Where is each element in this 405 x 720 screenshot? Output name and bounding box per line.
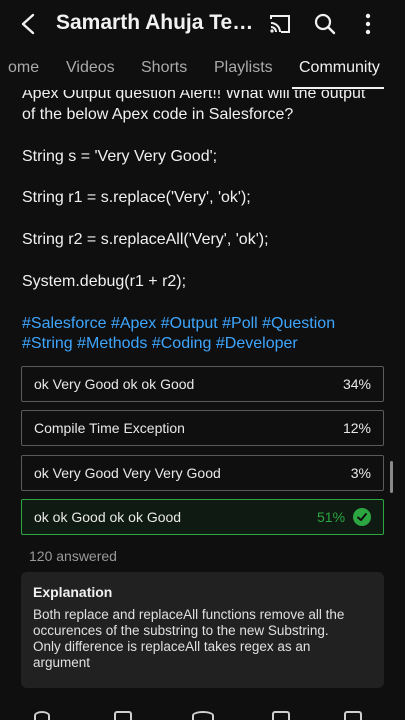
poll-option-correct[interactable]: ok ok Good ok ok Good 51% — [21, 499, 384, 535]
explanation-body: Both replace and replaceAll functions re… — [33, 607, 372, 671]
library-nav-icon[interactable] — [344, 711, 362, 720]
post-code-line: String r1 = s.replace('Very', 'ok'); — [22, 189, 251, 206]
poll-option-percent: 34% — [342, 376, 371, 392]
subscriptions-nav-icon[interactable] — [272, 711, 290, 720]
search-icon — [314, 13, 336, 35]
more-button[interactable] — [354, 10, 382, 38]
hashtag-line[interactable]: #String #Methods #Coding #Developer — [22, 335, 298, 353]
poll-option-text: ok Very Good Very Very Good — [34, 465, 221, 481]
poll-option-percent: 51% — [317, 509, 346, 525]
scrollbar-thumb[interactable] — [390, 461, 393, 493]
explanation-title: Explanation — [33, 584, 113, 600]
arrow-back-icon — [21, 13, 35, 35]
cast-icon — [270, 15, 290, 33]
community-post: Apex Output question Alert!! What will t… — [0, 78, 405, 720]
explanation-card: Explanation Both replace and replaceAll … — [21, 572, 384, 688]
cast-button[interactable] — [266, 10, 294, 38]
poll-option-text: ok ok Good ok ok Good — [34, 509, 182, 525]
more-vert-icon — [365, 13, 371, 35]
poll-option-text: ok Very Good ok ok Good — [34, 376, 195, 392]
search-button[interactable] — [311, 10, 339, 38]
poll-option-percent: 12% — [342, 420, 371, 436]
post-code-line: String r2 = s.replaceAll('Very', 'ok'); — [22, 231, 269, 248]
tab-community[interactable]: Community — [299, 59, 380, 77]
explanation-line: Both replace and replaceAll functions re… — [33, 607, 345, 622]
top-app-bar: Samarth Ahuja Tech... — [0, 0, 405, 48]
poll-option[interactable]: ok Very Good Very Very Good 3% — [21, 455, 384, 491]
bottom-navigation — [0, 708, 405, 720]
tab-videos[interactable]: Videos — [66, 59, 115, 77]
tab-playlists[interactable]: Playlists — [214, 59, 273, 77]
shorts-nav-icon[interactable] — [114, 711, 132, 720]
check-circle-icon — [353, 508, 371, 526]
create-nav-icon[interactable] — [192, 711, 214, 720]
post-code-line: String s = 'Very Very Good'; — [22, 148, 218, 165]
active-tab-indicator — [292, 87, 384, 89]
hashtag-line[interactable]: #Salesforce #Apex #Output #Poll #Questio… — [22, 315, 335, 333]
channel-title: Samarth Ahuja Tech... — [56, 11, 261, 34]
poll-option[interactable]: ok Very Good ok ok Good 34% — [21, 366, 384, 402]
back-button[interactable] — [14, 10, 44, 38]
post-code-line: System.debug(r1 + r2); — [22, 273, 187, 290]
poll-option-text: Compile Time Exception — [34, 420, 185, 436]
home-nav-icon[interactable] — [34, 711, 50, 720]
explanation-line: Only difference is replaceAll takes rege… — [33, 639, 311, 654]
tab-home[interactable]: ome — [8, 59, 39, 77]
explanation-line: occurences of the substring to the new S… — [33, 623, 329, 638]
tab-shorts[interactable]: Shorts — [141, 59, 187, 77]
explanation-line: argument — [33, 655, 91, 670]
channel-tabs: ome Videos Shorts Playlists Community — [0, 48, 405, 90]
post-text-line: of the below Apex code in Salesforce? — [22, 106, 294, 123]
poll-option[interactable]: Compile Time Exception 12% — [21, 410, 384, 446]
poll-answered-count: 120 answered — [29, 548, 117, 564]
poll-option-percent: 3% — [350, 465, 371, 481]
